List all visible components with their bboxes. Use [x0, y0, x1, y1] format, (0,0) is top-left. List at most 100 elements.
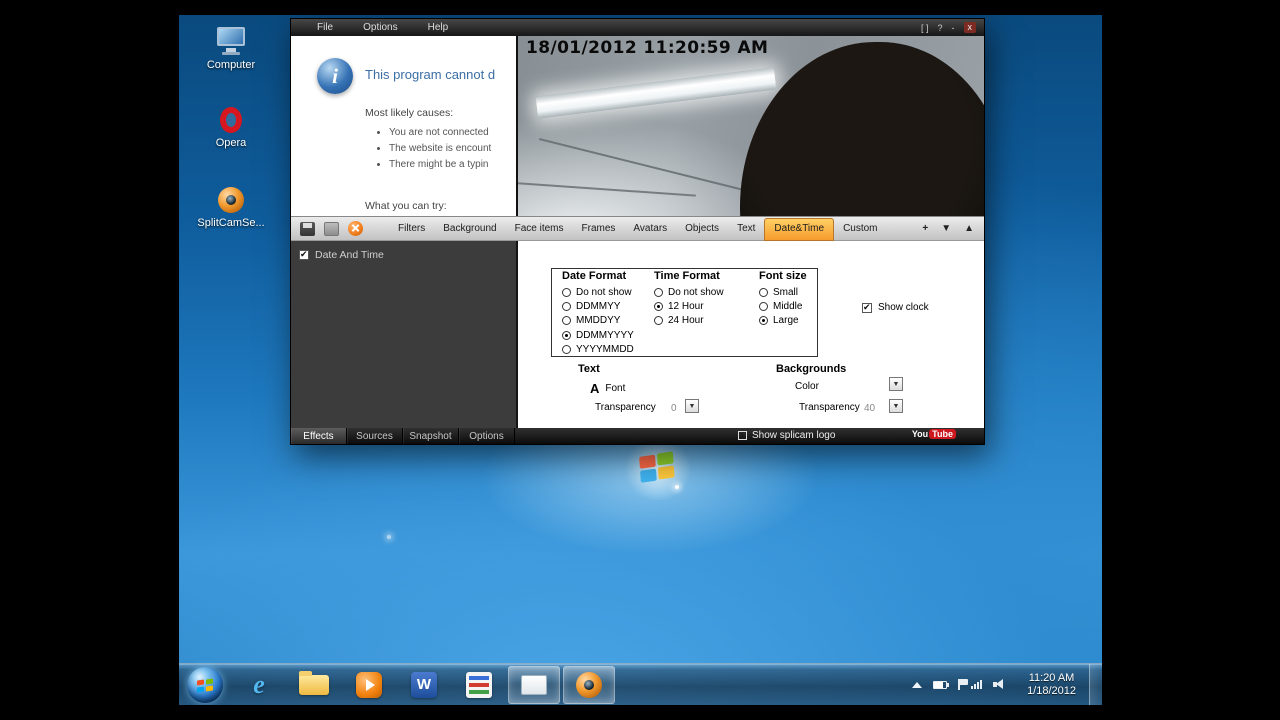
radio-middle[interactable]: Middle — [759, 300, 807, 312]
font-picker[interactable]: A Font — [590, 381, 625, 396]
taskbar: e W 11:20 AM 1/18/2012 — [179, 663, 1102, 705]
show-desktop-button[interactable] — [1089, 664, 1102, 705]
radio-time-do-not-show[interactable]: Do not show — [654, 287, 724, 298]
move-up-button[interactable]: ▲ — [964, 223, 974, 234]
radio-label: Middle — [773, 300, 803, 312]
add-button[interactable]: + — [922, 223, 928, 234]
checkbox-icon — [738, 431, 747, 440]
show-logo-option[interactable]: Show splicam logo — [738, 430, 835, 441]
network-icon[interactable] — [971, 680, 982, 689]
font-size-group: Font size Small Middle Large — [759, 270, 807, 330]
show-clock-option[interactable]: Show clock — [862, 302, 929, 313]
taskbar-ie-button[interactable]: e — [233, 666, 285, 704]
desktop-icon-label: Opera — [215, 137, 247, 149]
tab-background[interactable]: Background — [434, 219, 505, 238]
hidden-icons-chevron-icon[interactable] — [912, 681, 922, 688]
word-icon: W — [411, 671, 437, 698]
load-icon[interactable] — [324, 221, 339, 236]
menu-options[interactable]: Options — [363, 22, 397, 33]
list-item-label: Date And Time — [315, 249, 384, 261]
browser-try-heading: What you can try: — [365, 200, 447, 212]
tab-filters[interactable]: Filters — [389, 219, 434, 238]
tab-custom[interactable]: Custom — [834, 219, 886, 238]
clock-date: 1/18/2012 — [1027, 684, 1076, 697]
tab-avatars[interactable]: Avatars — [624, 219, 676, 238]
splitcam-icon — [576, 671, 602, 698]
taskbar-window-button[interactable] — [508, 665, 560, 704]
desktop-icon-opera[interactable]: Opera — [193, 107, 269, 149]
radio-icon — [654, 301, 663, 311]
close-button[interactable]: x — [963, 22, 976, 33]
radio-large[interactable]: Large — [759, 315, 807, 326]
radio-label: YYYYMMDD — [576, 344, 634, 356]
windows-logo-glow — [616, 435, 700, 503]
maximize-button[interactable]: [ ] — [921, 23, 929, 33]
taskbar-splitcam-button[interactable] — [563, 665, 615, 704]
sparkle — [675, 485, 679, 489]
list-item[interactable]: Date And Time — [299, 249, 508, 261]
tab-text[interactable]: Text — [728, 219, 764, 238]
checkbox-icon[interactable] — [299, 249, 309, 260]
battery-icon[interactable] — [933, 680, 949, 689]
action-center-flag-icon[interactable] — [958, 679, 968, 690]
chevron-down-icon: ▼ — [892, 380, 900, 388]
start-button[interactable] — [187, 666, 223, 703]
bottom-tab-options[interactable]: Options — [459, 428, 515, 444]
radio-label: MMDDYY — [576, 315, 621, 327]
bottom-tab-effects[interactable]: Effects — [291, 428, 347, 444]
clock-time: 11:20 AM — [1028, 671, 1075, 684]
tab-face-items[interactable]: Face items — [506, 219, 573, 238]
taskbar-explorer-button[interactable] — [288, 666, 340, 704]
tab-objects[interactable]: Objects — [676, 219, 728, 238]
show-logo-label: Show splicam logo — [752, 430, 836, 441]
background-transparency-value: 40 — [864, 403, 876, 414]
background-color-dropdown[interactable]: ▼ — [889, 377, 903, 391]
minimize-button[interactable]: - — [952, 23, 955, 33]
menu-file[interactable]: File — [317, 22, 333, 33]
move-down-button[interactable]: ▼ — [941, 223, 951, 234]
radio-small[interactable]: Small — [759, 287, 807, 298]
font-size-heading: Font size — [759, 270, 807, 282]
radio-date-do-not-show[interactable]: Do not show — [562, 287, 634, 298]
desktop-screen: Computer Opera SplitCamSe... File Option… — [179, 15, 1102, 705]
taskbar-word-button[interactable]: W — [398, 666, 450, 704]
radio-label: 12 Hour — [668, 300, 704, 312]
text-section-heading: Text — [578, 363, 600, 375]
cause-item: There might be a typin — [389, 157, 491, 173]
bottom-tab-sources[interactable]: Sources — [347, 428, 403, 444]
tab-frames[interactable]: Frames — [573, 219, 625, 238]
font-icon: A — [590, 381, 600, 396]
radio-icon — [759, 316, 768, 326]
save-icon[interactable] — [300, 221, 315, 236]
radio-24-hour[interactable]: 24 Hour — [654, 315, 724, 326]
radio-ddmmyyyy[interactable]: DDMMYYYY — [562, 329, 634, 341]
radio-icon — [562, 301, 571, 311]
radio-12-hour[interactable]: 12 Hour — [654, 300, 724, 312]
radio-mmddyy[interactable]: MMDDYY — [562, 315, 634, 327]
opera-icon — [220, 107, 242, 133]
time-format-group: Time Format Do not show 12 Hour 24 Hour — [654, 270, 724, 330]
tab-date-time[interactable]: Date&Time — [764, 218, 835, 241]
bottom-tab-snapshot[interactable]: Snapshot — [403, 428, 459, 444]
volume-icon[interactable] — [993, 679, 1007, 690]
background-transparency-dropdown[interactable]: ▼ — [889, 399, 903, 413]
taskbar-clock[interactable]: 11:20 AM 1/18/2012 — [1027, 664, 1076, 705]
youtube-logo[interactable]: You Tube — [912, 429, 956, 439]
media-player-icon — [356, 671, 382, 698]
desktop-icon-splitcam[interactable]: SplitCamSe... — [193, 187, 269, 229]
radio-ddmmyy[interactable]: DDMMYY — [562, 301, 634, 312]
youtube-tube-text: Tube — [929, 429, 956, 439]
toolbar-right-buttons: + ▼ ▲ — [922, 217, 974, 240]
text-transparency-dropdown[interactable]: ▼ — [685, 399, 699, 413]
radio-yyyymmdd[interactable]: YYYYMMDD — [562, 344, 634, 356]
desktop-icon-computer[interactable]: Computer — [193, 27, 269, 71]
help-button[interactable]: ? — [937, 23, 942, 33]
radio-label: DDMMYYYY — [576, 329, 634, 341]
taskbar-office-button[interactable] — [453, 666, 505, 704]
radio-icon — [654, 287, 663, 297]
title-bar[interactable]: File Options Help [ ] ? - x — [291, 19, 984, 36]
taskbar-media-player-button[interactable] — [343, 666, 395, 704]
menu-help[interactable]: Help — [428, 22, 449, 33]
delete-icon[interactable] — [348, 221, 363, 236]
cause-item: The website is encount — [389, 141, 491, 157]
